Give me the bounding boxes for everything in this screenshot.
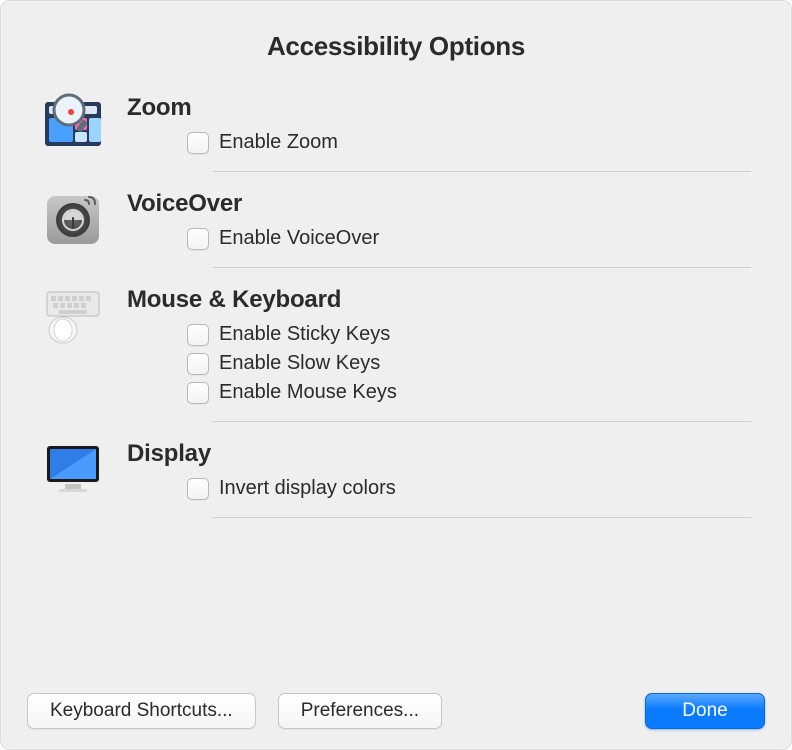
divider — [213, 171, 751, 172]
footer: Keyboard Shortcuts... Preferences... Don… — [1, 693, 791, 729]
section-voiceover-body: VoiceOver Enable VoiceOver — [127, 186, 751, 282]
divider — [213, 421, 751, 422]
option-enable-sticky-keys[interactable]: Enable Sticky Keys — [127, 320, 751, 349]
checkbox-enable-sticky-keys[interactable] — [187, 324, 209, 346]
keyboard-shortcuts-button[interactable]: Keyboard Shortcuts... — [27, 693, 256, 729]
checkbox-enable-voiceover[interactable] — [187, 228, 209, 250]
sections-container: Zoom Enable Zoom — [1, 90, 791, 532]
label-enable-mouse-keys: Enable Mouse Keys — [219, 381, 397, 404]
checkbox-enable-mouse-keys[interactable] — [187, 382, 209, 404]
option-enable-mouse-keys[interactable]: Enable Mouse Keys — [127, 378, 751, 407]
label-enable-voiceover: Enable VoiceOver — [219, 227, 379, 250]
label-enable-zoom: Enable Zoom — [219, 131, 338, 154]
section-voiceover: VoiceOver Enable VoiceOver — [41, 186, 751, 282]
divider — [213, 267, 751, 268]
label-enable-sticky-keys: Enable Sticky Keys — [219, 323, 390, 346]
option-enable-zoom[interactable]: Enable Zoom — [127, 128, 751, 157]
zoom-icon — [41, 90, 105, 154]
section-zoom: Zoom Enable Zoom — [41, 90, 751, 186]
section-zoom-body: Zoom Enable Zoom — [127, 90, 751, 186]
label-enable-slow-keys: Enable Slow Keys — [219, 352, 380, 375]
panel-title: Accessibility Options — [1, 31, 791, 62]
section-mouse-keyboard-body: Mouse & Keyboard Enable Sticky Keys Enab… — [127, 282, 751, 436]
option-enable-slow-keys[interactable]: Enable Slow Keys — [127, 349, 751, 378]
zoom-heading: Zoom — [127, 94, 751, 122]
option-invert-display-colors[interactable]: Invert display colors — [127, 474, 751, 503]
label-invert-display-colors: Invert display colors — [219, 477, 396, 500]
preferences-button[interactable]: Preferences... — [278, 693, 442, 729]
mouse-keyboard-icon — [41, 282, 105, 346]
checkbox-invert-display-colors[interactable] — [187, 478, 209, 500]
done-button[interactable]: Done — [645, 693, 765, 729]
display-icon — [41, 436, 105, 500]
section-display-body: Display Invert display colors — [127, 436, 751, 532]
checkbox-enable-zoom[interactable] — [187, 132, 209, 154]
accessibility-options-panel: Accessibility Options Zoom — [0, 0, 792, 750]
mouse-keyboard-heading: Mouse & Keyboard — [127, 286, 751, 314]
display-heading: Display — [127, 440, 751, 468]
voiceover-icon — [41, 186, 105, 250]
section-mouse-keyboard: Mouse & Keyboard Enable Sticky Keys Enab… — [41, 282, 751, 436]
checkbox-enable-slow-keys[interactable] — [187, 353, 209, 375]
option-enable-voiceover[interactable]: Enable VoiceOver — [127, 224, 751, 253]
divider — [213, 517, 751, 518]
voiceover-heading: VoiceOver — [127, 190, 751, 218]
section-display: Display Invert display colors — [41, 436, 751, 532]
